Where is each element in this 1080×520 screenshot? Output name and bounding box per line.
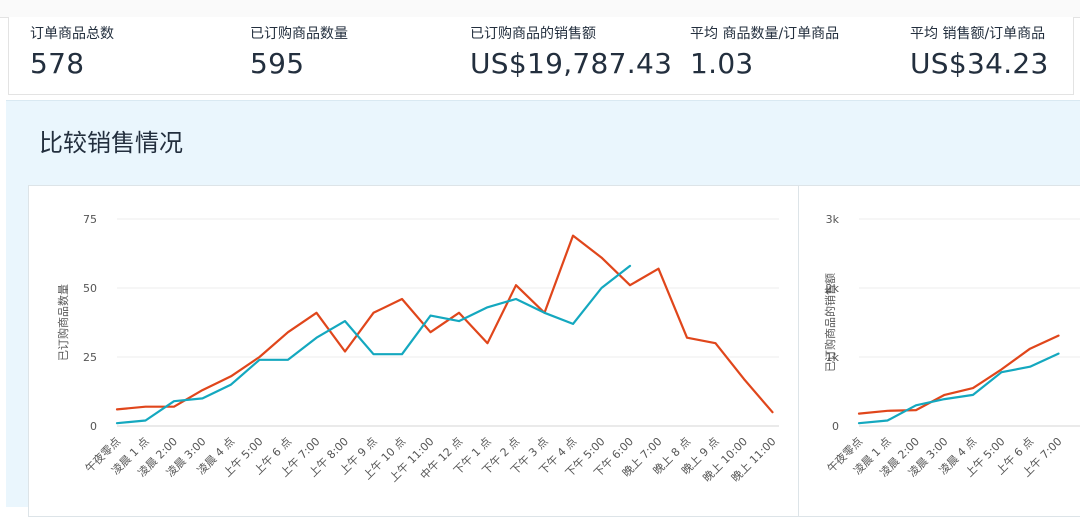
metric-label: 平均 商品数量/订单商品 [690,26,840,42]
metric-label: 平均 销售额/订单商品 [910,26,1046,42]
metric-value: 578 [30,47,85,80]
y-axis-title: 已订购商品的销售额 [823,273,837,372]
units-ordered-chart: 0255075已订购商品数量午夜零点凌晨 1 点凌晨 2:00凌晨 3:00凌晨… [56,213,779,485]
section-title: 比较销售情况 [39,129,183,157]
metric-avg-sales-per-order-item: 平均 销售额/订单商品 US$34.23 [910,23,1049,80]
metric-value: 1.03 [690,47,754,80]
units-chart-card: 0 25 50 75 已订购商品数量 午夜零点 凌晨 1 点凌晨 2:00 凌晨 3:00 凌晨… [28,185,800,517]
y-axis-title: 已订购商品数量 [56,284,70,361]
metric-label: 订单商品总数 [30,26,114,42]
y-tick-label: 75 [83,213,97,226]
y-tick-label: 0 [90,420,97,433]
series-line-0 [115,234,774,414]
top-strip [0,0,1080,18]
y-tick-label: 25 [83,351,97,364]
metric-units-ordered: 已订购商品数量 595 [250,23,348,80]
metric-total-order-items: 订单商品总数 578 [30,23,114,80]
metric-avg-units-per-order-item: 平均 商品数量/订单商品 1.03 [690,23,839,80]
ordered-sales-chart: 01k2k3k已订购商品的销售额午夜零点凌晨 1 点凌晨 2:00凌晨 3:00… [823,213,1080,480]
y-tick-label: 0 [832,420,839,433]
sales-chart-card: 0 1k 2k 3k 已订购商品的销售额 午夜零点 凌晨 1 点凌晨 2:00 凌晨 3:00… [798,185,1080,517]
metric-value: US$34.23 [910,47,1049,80]
y-tick-label: 3k [826,213,840,226]
metric-label: 已订购商品数量 [250,26,348,42]
series-line-1 [857,352,1060,425]
metric-ordered-sales: 已订购商品的销售额 US$19,787.43 [470,23,672,80]
compare-sales-section: 比较销售情况 0 25 50 75 已订购商品数量 午夜零点 凌晨 1 点凌晨 2:00 凌晨… [6,100,1080,517]
y-tick-label: 50 [83,282,97,295]
metrics-bar: 订单商品总数 578 已订购商品数量 595 已订购商品的销售额 US$19,7… [8,17,1074,95]
metric-value: US$19,787.43 [470,47,673,80]
series-line-0 [857,334,1060,415]
metric-label: 已订购商品的销售额 [470,26,596,42]
metric-value: 595 [250,47,305,80]
